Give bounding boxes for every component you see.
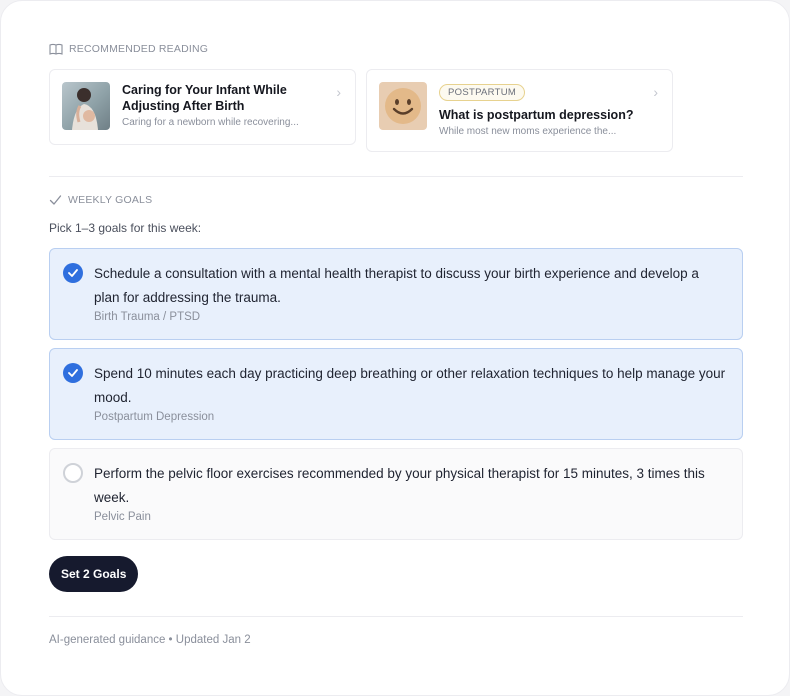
goal-category: Pelvic Pain [94, 511, 151, 523]
article-summary: While most new moms experience the... [439, 126, 617, 137]
footer-note: AI-generated guidance • Updated Jan 2 [49, 634, 251, 646]
goal-option[interactable]: Spend 10 minutes each day practicing dee… [49, 348, 743, 440]
article-summary: Caring for a newborn while recovering... [122, 117, 299, 128]
divider [49, 176, 743, 177]
chevron-right-icon: › [653, 84, 658, 100]
recommended-reading-heading: RECOMMENDED READING [49, 43, 208, 55]
checkbox-checked-icon[interactable] [63, 363, 83, 383]
article-tag: POSTPARTUM [439, 84, 526, 101]
goals-prompt: Pick 1–3 goals for this week: [49, 221, 202, 235]
checkbox-checked-icon[interactable] [63, 263, 83, 283]
article-title: Caring for Your Infant While Adjusting A… [122, 83, 287, 113]
set-goals-button[interactable]: Set 2 Goals [49, 556, 139, 592]
checkbox-empty-icon[interactable] [63, 463, 83, 483]
book-icon [49, 43, 63, 55]
mother-infant-photo [62, 82, 110, 130]
goal-category: Postpartum Depression [94, 411, 215, 423]
chevron-right-icon: › [336, 84, 341, 100]
goal-text: Perform the pelvic floor exercises recom… [94, 466, 705, 505]
weekly-goals-heading: WEEKLY GOALS [49, 194, 152, 206]
smiley-face-image [379, 82, 427, 130]
recommended-reading-label: RECOMMENDED READING [69, 43, 209, 55]
weekly-goals-label: WEEKLY GOALS [68, 194, 153, 206]
goal-category: Birth Trauma / PTSD [94, 311, 201, 323]
goal-text: Spend 10 minutes each day practicing dee… [94, 366, 726, 405]
article-title: What is postpartum depression? [439, 108, 634, 122]
goal-option[interactable]: Perform the pelvic floor exercises recom… [49, 448, 743, 540]
guidance-card: RECOMMENDED READING Caring for Your Infa… [0, 0, 790, 696]
goal-option[interactable]: Schedule a consultation with a mental he… [49, 248, 743, 340]
divider [49, 616, 743, 617]
check-icon [49, 195, 62, 205]
article-card-infant-care[interactable]: Caring for Your Infant While Adjusting A… [49, 69, 356, 145]
reading-list: Caring for Your Infant While Adjusting A… [49, 69, 673, 152]
goal-text: Schedule a consultation with a mental he… [94, 266, 699, 305]
article-card-postpartum-depression[interactable]: POSTPARTUM What is postpartum depression… [366, 69, 673, 152]
